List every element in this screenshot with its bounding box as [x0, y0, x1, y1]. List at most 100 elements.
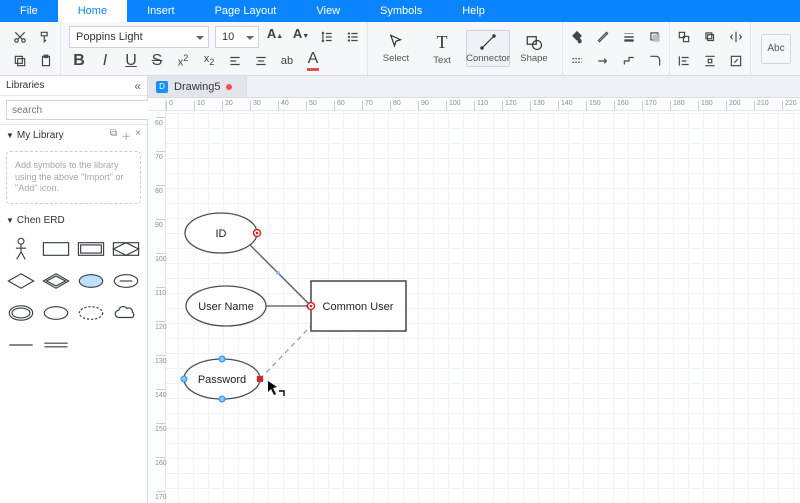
char-spacing-button[interactable]: ab: [277, 51, 297, 71]
shadow-button[interactable]: [645, 27, 665, 47]
library-close-icon[interactable]: ×: [135, 128, 141, 143]
strikethrough-button[interactable]: S: [147, 51, 167, 71]
erd-attribute-id-label: ID: [216, 228, 227, 240]
shape-actor[interactable]: [6, 236, 35, 262]
erd-entity-label: Common User: [323, 301, 394, 313]
shape-entity[interactable]: [41, 236, 70, 262]
library-import-icon[interactable]: ⧉: [110, 128, 117, 143]
subscript-button[interactable]: x2: [199, 51, 219, 71]
document-tabs: D Drawing5: [148, 76, 800, 98]
text-tool-label: Text: [433, 55, 450, 66]
connection-endpoint-icon[interactable]: [257, 376, 263, 382]
shape-cloud[interactable]: [112, 300, 141, 326]
menu-insert[interactable]: Insert: [127, 0, 195, 22]
canvas-stage[interactable]: 0102030405060708090100110120130140150160…: [148, 98, 800, 503]
format-painter-icon[interactable]: [36, 27, 56, 47]
sidebar-collapse-button[interactable]: «: [134, 79, 141, 93]
shape-multi-attribute[interactable]: [6, 300, 35, 326]
shape-tool[interactable]: Shape: [512, 31, 556, 66]
shape-weak-relationship[interactable]: [41, 268, 70, 294]
superscript-button[interactable]: x2: [173, 51, 193, 71]
canvas-area: D Drawing5 01020304050607080901001101201…: [148, 76, 800, 503]
shape-double-line[interactable]: [41, 332, 70, 358]
menu-help[interactable]: Help: [442, 0, 505, 22]
font-size-value: 10: [222, 31, 234, 43]
fill-color-button[interactable]: [567, 27, 587, 47]
sidebar-title: Libraries: [6, 80, 44, 91]
paste-icon[interactable]: [36, 51, 56, 71]
chen-erd-shapes: [0, 230, 147, 364]
cursor-icon: [268, 381, 284, 396]
shape-attribute[interactable]: [77, 268, 106, 294]
ruler-corner: [148, 98, 166, 111]
line-weight-button[interactable]: [619, 27, 639, 47]
menu-page-layout[interactable]: Page Layout: [195, 0, 297, 22]
text-tool[interactable]: T Text: [420, 30, 464, 68]
shape-relationship[interactable]: [6, 268, 35, 294]
shrink-font-button[interactable]: A▼: [291, 27, 311, 47]
mylibrary-title: My Library: [17, 130, 64, 141]
corner-radius-button[interactable]: [645, 51, 665, 71]
shape-tool-label: Shape: [520, 53, 547, 64]
shape-associative-entity[interactable]: [112, 236, 141, 262]
bullets-button[interactable]: [343, 27, 363, 47]
font-family-value: Poppins Light: [76, 31, 143, 43]
menu-view[interactable]: View: [296, 0, 360, 22]
line-color-button[interactable]: [593, 27, 613, 47]
menu-bar: File Home Insert Page Layout View Symbol…: [0, 0, 800, 22]
sidebar-title-bar: Libraries «: [0, 76, 147, 96]
select-tool[interactable]: Select: [374, 31, 418, 66]
shape-derived-attribute[interactable]: [77, 300, 106, 326]
ribbon-tools-group: Select T Text Connector Shape: [368, 22, 563, 75]
document-tab[interactable]: D Drawing5: [148, 76, 247, 97]
cut-icon[interactable]: [10, 27, 30, 47]
unsaved-indicator-icon: [226, 84, 232, 90]
erd-attribute-password-label: Password: [198, 374, 246, 386]
annotation-button[interactable]: Abc: [761, 34, 791, 64]
font-family-combo[interactable]: Poppins Light: [69, 26, 209, 48]
align-button[interactable]: [674, 51, 694, 71]
font-color-button[interactable]: A: [303, 51, 323, 71]
menu-symbols[interactable]: Symbols: [360, 0, 442, 22]
size-button[interactable]: [726, 51, 746, 71]
font-size-combo[interactable]: 10: [215, 26, 259, 48]
chevron-down-icon: ▼: [6, 131, 14, 140]
mylibrary-hint: Add symbols to the library using the abo…: [6, 151, 141, 204]
shape-line[interactable]: [6, 332, 35, 358]
distribute-button[interactable]: [700, 51, 720, 71]
mylibrary-header[interactable]: ▼ My Library ⧉ ＋ ×: [0, 125, 147, 145]
ribbon-arrange-group: [670, 22, 751, 75]
italic-button[interactable]: I: [95, 51, 115, 71]
grow-font-button[interactable]: A▲: [265, 27, 285, 47]
shape-attribute-2[interactable]: [41, 300, 70, 326]
shape-weak-entity[interactable]: [77, 236, 106, 262]
align-center-button[interactable]: [251, 51, 271, 71]
menu-file[interactable]: File: [0, 0, 58, 22]
flip-button[interactable]: [726, 27, 746, 47]
connector-style-button[interactable]: [619, 51, 639, 71]
erd-attribute-username-label: User Name: [198, 301, 254, 313]
canvas-svg[interactable]: Common User ID User Name Password: [166, 111, 800, 503]
connector-tool[interactable]: Connector: [466, 30, 510, 67]
ribbon-style-group: [563, 22, 670, 75]
bring-front-button[interactable]: [700, 27, 720, 47]
ribbon-clipboard-group: [6, 22, 61, 75]
copy-icon[interactable]: [10, 51, 30, 71]
align-left-button[interactable]: [225, 51, 245, 71]
arrow-style-button[interactable]: [593, 51, 613, 71]
ruler-vertical: 60708090100110120130140150160170: [148, 111, 166, 503]
search-input[interactable]: [6, 100, 150, 120]
line-style-button[interactable]: [567, 51, 587, 71]
document-icon: D: [156, 81, 168, 93]
chen-erd-title: Chen ERD: [17, 215, 65, 226]
bold-button[interactable]: B: [69, 51, 89, 71]
group-button[interactable]: [674, 27, 694, 47]
library-add-icon[interactable]: ＋: [121, 128, 131, 143]
underline-button[interactable]: U: [121, 51, 141, 71]
document-tab-label: Drawing5: [174, 81, 220, 93]
shape-key-attribute[interactable]: [112, 268, 141, 294]
line-spacing-button[interactable]: [317, 27, 337, 47]
sidebar-search: [0, 96, 147, 125]
chen-erd-header[interactable]: ▼ Chen ERD: [0, 210, 147, 230]
menu-home[interactable]: Home: [58, 0, 127, 22]
